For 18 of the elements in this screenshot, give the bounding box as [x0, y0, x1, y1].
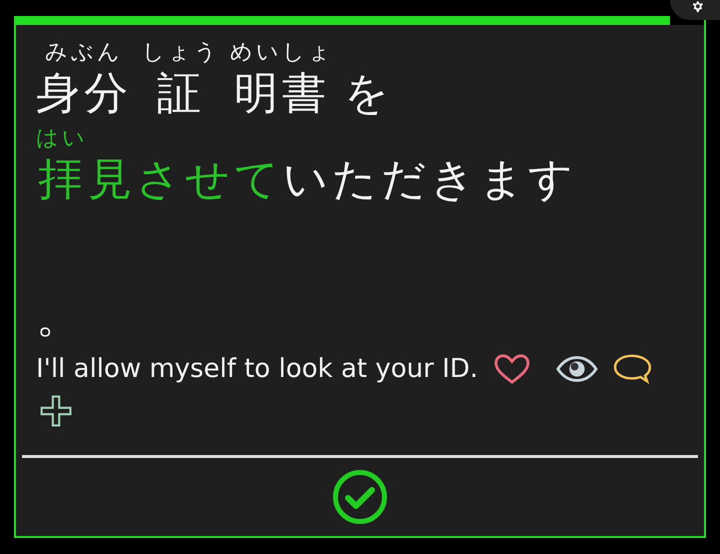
sentence-text: 拝: [38, 153, 86, 207]
sentence-text: 身分: [36, 67, 132, 121]
sentence-text: いただきます: [283, 153, 577, 207]
translation-text: I'll allow myself to look at your ID.: [36, 353, 478, 386]
eye-icon[interactable]: [556, 354, 598, 384]
furigana: はい: [36, 125, 88, 153]
furigana: みぶん: [45, 39, 123, 67]
sentence-text: を: [344, 67, 393, 121]
sentence-text: 証: [157, 67, 205, 121]
settings-button[interactable]: [670, 0, 720, 20]
heart-icon[interactable]: [492, 353, 532, 385]
sentence-text: 明書: [234, 67, 330, 121]
check-button[interactable]: [332, 469, 388, 525]
sentence-text: 見させて: [88, 153, 283, 207]
furigana: めいしょ: [230, 39, 334, 67]
furigana: しょう: [142, 39, 220, 67]
comment-icon[interactable]: [612, 353, 652, 385]
sentence-text: 。: [36, 291, 84, 345]
